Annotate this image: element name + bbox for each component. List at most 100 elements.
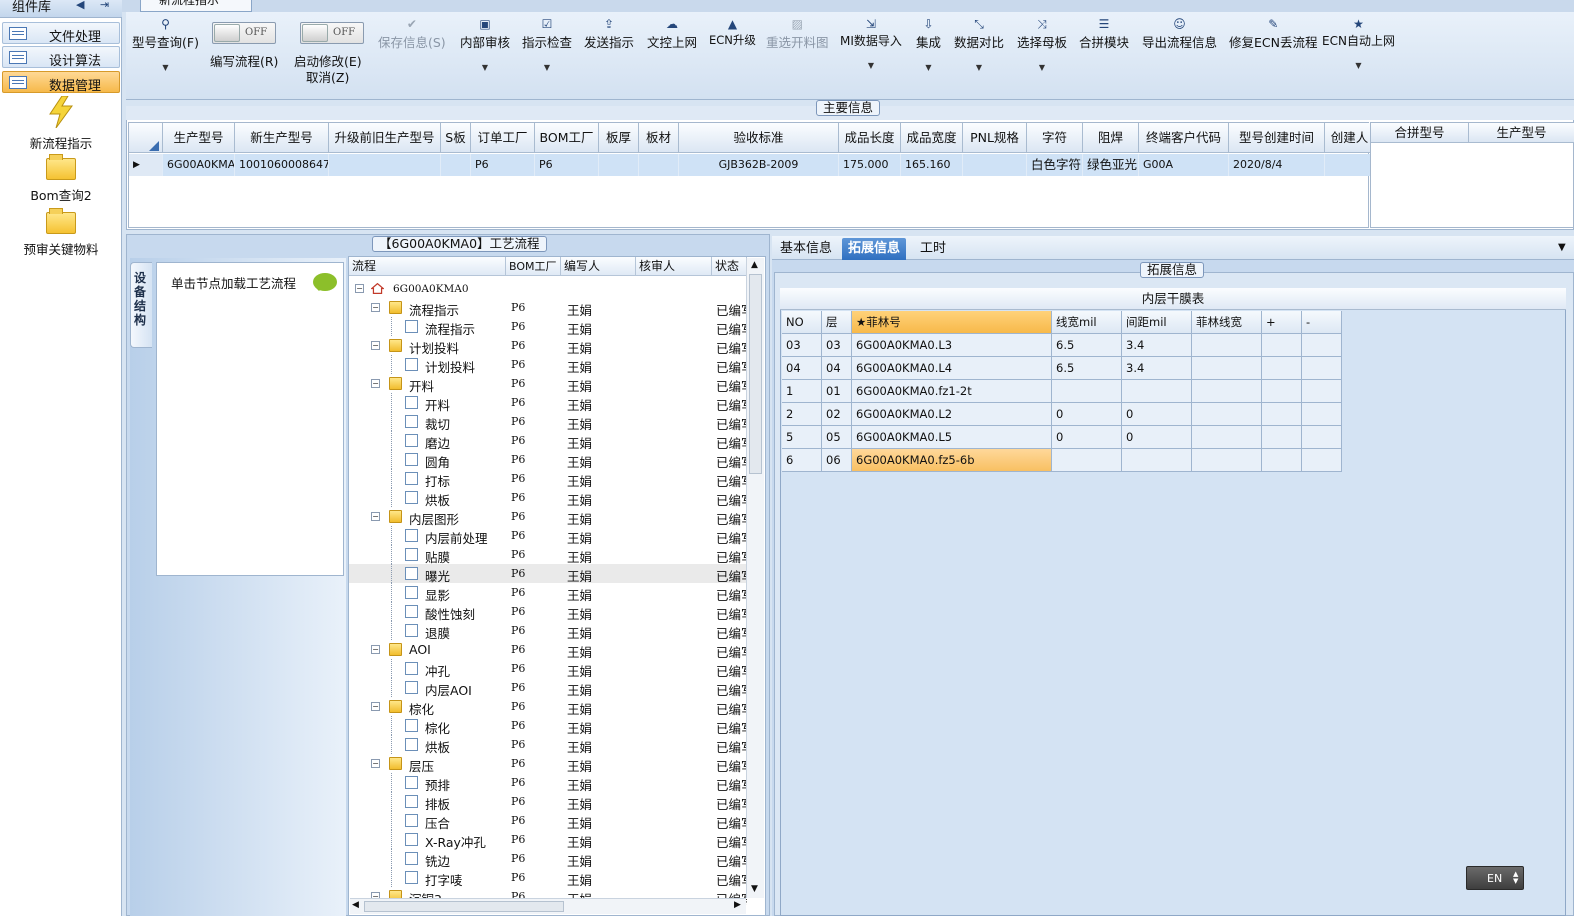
col-reviewer[interactable]: 核审人	[636, 257, 712, 276]
grid-cell-no[interactable]: 2	[782, 403, 822, 426]
main-info-column-header[interactable]: 创建人	[1325, 123, 1375, 153]
tree-row[interactable]: −内层图形P6王娟已编写	[349, 507, 747, 527]
main-info-column-header[interactable]: S板	[441, 123, 471, 153]
tree-row[interactable]: 酸性蚀刻P6王娟已编写	[349, 602, 747, 622]
collapse-icon[interactable]: −	[371, 379, 380, 388]
grid-cell-plus[interactable]	[1262, 403, 1302, 426]
tree-row[interactable]: 贴膜P6王娟已编写	[349, 545, 747, 565]
tree-root[interactable]: − 6G00A0KMA0	[349, 279, 747, 298]
grid-cell-no[interactable]: 03	[782, 334, 822, 357]
grid-cell-line-width[interactable]	[1052, 449, 1122, 472]
grid-cell-spacing[interactable]	[1122, 449, 1192, 472]
main-info-column-header[interactable]: 生产型号	[163, 123, 235, 153]
grid-header-no[interactable]: NO	[782, 311, 822, 334]
grid-cell-layer[interactable]: 01	[822, 380, 852, 403]
desktop-item-pre-review[interactable]: 预审关键物料	[8, 208, 114, 258]
tree-row[interactable]: 裁切P6王娟已编写	[349, 412, 747, 432]
main-info-cell[interactable]: 2020/8/4	[1229, 154, 1325, 176]
reselect-drawing-button[interactable]: ▨ 重选开料图	[766, 14, 829, 51]
hscroll-thumb[interactable]	[364, 901, 564, 912]
tree-row[interactable]: 磨边P6王娟已编写	[349, 431, 747, 451]
tree-row[interactable]: 圆角P6王娟已编写	[349, 450, 747, 470]
nav-item-data-management[interactable]: 数据管理	[2, 71, 120, 94]
grid-header-plus[interactable]: +	[1262, 311, 1302, 334]
scroll-down-icon[interactable]: ▼	[751, 884, 758, 894]
main-info-cell[interactable]	[599, 154, 639, 176]
instruction-check-button[interactable]: ☑ 指示检查 ▼	[522, 14, 572, 72]
grid-cell-minus[interactable]	[1302, 449, 1342, 472]
main-info-cell[interactable]: G00A	[1139, 154, 1229, 176]
tree-row[interactable]: 计划投料P6王娟已编写	[349, 355, 747, 375]
grid-header-film-line-width[interactable]: 菲林线宽	[1192, 311, 1262, 334]
tree-row[interactable]: 烘板P6王娟已编写	[349, 488, 747, 508]
start-modify-toggle[interactable]: OFF	[300, 22, 364, 44]
grid-cell-film-number[interactable]: 6G00A0KMA0.fz1-2t	[852, 380, 1052, 403]
tree-row[interactable]: 烘板P6王娟已编写	[349, 735, 747, 755]
tree-row[interactable]: 冲孔P6王娟已编写	[349, 659, 747, 679]
tree-row[interactable]: 铣边P6王娟已编写	[349, 849, 747, 869]
nav-item-file-processing[interactable]: 文件处理	[2, 22, 120, 45]
main-info-cell[interactable]	[441, 154, 471, 176]
main-info-cell[interactable]	[963, 154, 1027, 176]
main-info-column-header[interactable]: 订单工厂	[471, 123, 535, 153]
grid-cell-line-width[interactable]: 0	[1052, 403, 1122, 426]
grid-cell-film-line-width[interactable]	[1192, 426, 1262, 449]
grid-cell-film-number[interactable]: 6G00A0KMA0.L2	[852, 403, 1052, 426]
grid-cell-minus[interactable]	[1302, 380, 1342, 403]
grid-cell-line-width[interactable]	[1052, 380, 1122, 403]
collapse-icon[interactable]: −	[371, 341, 380, 350]
grid-cell-line-width[interactable]: 6.5	[1052, 334, 1122, 357]
main-info-column-header[interactable]: 终端客户代码	[1139, 123, 1229, 153]
tree-row[interactable]: 排板P6王娟已编写	[349, 792, 747, 812]
main-info-column-header[interactable]: 成品长度	[839, 123, 901, 153]
main-info-cell[interactable]: 6G00A0KMA0	[163, 154, 235, 176]
main-info-cell[interactable]: GJB362B-2009	[679, 154, 839, 176]
cancel-button[interactable]: 取消(Z)	[306, 67, 349, 86]
tree-row[interactable]: −棕化P6王娟已编写	[349, 697, 747, 717]
tree-horizontal-scrollbar[interactable]: ◀ ▶	[350, 898, 746, 914]
grid-header-spacing[interactable]: 间距mil	[1122, 311, 1192, 334]
tree-row[interactable]: −计划投料P6王娟已编写	[349, 336, 747, 356]
tree-row[interactable]: 棕化P6王娟已编写	[349, 716, 747, 736]
tree-row[interactable]: 退膜P6王娟已编写	[349, 621, 747, 641]
tab-extended-info[interactable]: 拓展信息	[842, 238, 907, 260]
grid-cell-no[interactable]: 1	[782, 380, 822, 403]
select-master-button[interactable]: ⤨ 选择母板 ▼	[1017, 14, 1067, 72]
panel-module-button[interactable]: ☰ 合拼模块	[1079, 14, 1129, 51]
main-info-cell[interactable]: 175.000	[839, 154, 901, 176]
main-info-cell[interactable]: 白色字符	[1027, 154, 1083, 176]
ecn-auto-upload-button[interactable]: ★ ECN自动上网 ▼	[1322, 14, 1395, 70]
grid-cell-plus[interactable]	[1262, 334, 1302, 357]
grid-header-line-width[interactable]: 线宽mil	[1052, 311, 1122, 334]
doc-upload-button[interactable]: ☁ 文控上网	[647, 14, 697, 51]
collapse-icon[interactable]: −	[371, 512, 380, 521]
grid-cell-minus[interactable]	[1302, 403, 1342, 426]
tree-row[interactable]: −开料P6王娟已编写	[349, 374, 747, 394]
main-info-cell[interactable]: 绿色亚光	[1083, 154, 1139, 176]
ime-indicator[interactable]: EN ▲ ▼	[1466, 866, 1524, 890]
grid-cell-spacing[interactable]: 0	[1122, 426, 1192, 449]
grid-cell-film-line-width[interactable]	[1192, 449, 1262, 472]
tree-row[interactable]: 内层前处理P6王娟已编写	[349, 526, 747, 546]
grid-cell-minus[interactable]	[1302, 426, 1342, 449]
main-info-column-header[interactable]: 字符	[1027, 123, 1083, 153]
grid-cell-film-line-width[interactable]	[1192, 334, 1262, 357]
grid-cell-no[interactable]: 6	[782, 449, 822, 472]
grid-cell-minus[interactable]	[1302, 357, 1342, 380]
tree-row[interactable]: 压合P6王娟已编写	[349, 811, 747, 831]
grid-cell-film-number[interactable]: 6G00A0KMA0.L4	[852, 357, 1052, 380]
grid-header-minus[interactable]: -	[1302, 311, 1342, 334]
grid-cell-plus[interactable]	[1262, 426, 1302, 449]
grid-cell-no[interactable]: 5	[782, 426, 822, 449]
grid-cell-layer[interactable]: 04	[822, 357, 852, 380]
ecn-upgrade-button[interactable]: ▲ ECN升级	[709, 14, 756, 48]
integrate-button[interactable]: ⇩ 集成 ▼	[916, 14, 941, 72]
grid-cell-line-width[interactable]: 6.5	[1052, 357, 1122, 380]
grid-cell-spacing[interactable]	[1122, 380, 1192, 403]
main-info-column-header[interactable]: 新生产型号	[235, 123, 329, 153]
nav-back-icon[interactable]: ◀	[76, 0, 84, 11]
main-info-cell[interactable]	[639, 154, 679, 176]
grid-cell-spacing[interactable]: 3.4	[1122, 334, 1192, 357]
main-info-cell[interactable]	[1325, 154, 1375, 176]
grid-cell-film-line-width[interactable]	[1192, 357, 1262, 380]
